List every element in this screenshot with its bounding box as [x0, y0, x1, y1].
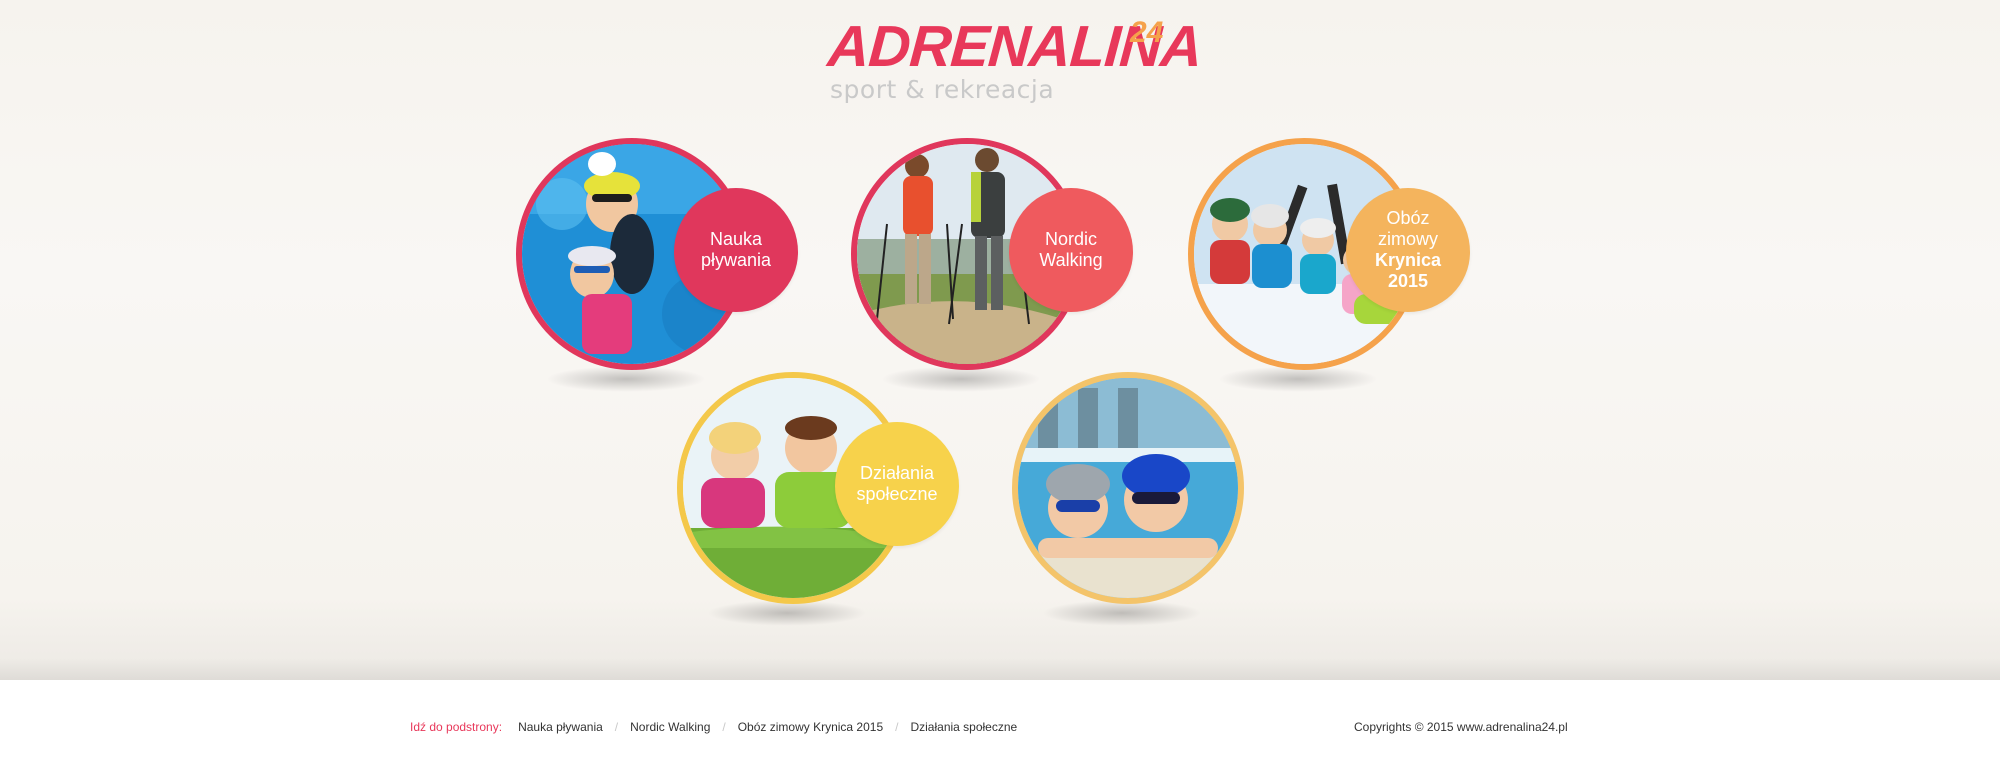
kids-in-pool-photo — [1012, 372, 1244, 604]
brand-tagline: sport & rekreacja — [830, 75, 1055, 104]
hero-stage: ADRENALINA 24 sport & rekreacja Nauka pł… — [0, 0, 2000, 680]
tile-nordic-label: Nordic Walking — [1009, 188, 1133, 312]
footer-link-nordic-walking[interactable]: Nordic Walking — [630, 720, 710, 734]
brand-suffix: 24 — [1130, 16, 1164, 49]
brand-logo[interactable]: ADRENALINA 24 sport & rekreacja — [826, 14, 1204, 106]
tile-label-line: Walking — [1039, 250, 1103, 270]
tile-nordic-walking[interactable]: Nordic Walking — [851, 138, 1133, 398]
footer: Idź do podstrony: Nauka pływania / Nordi… — [0, 680, 2000, 771]
tile-oboz-label: Obóz zimowy Krynica 2015 — [1346, 188, 1470, 312]
tile-label-line: Obóz — [1386, 208, 1430, 228]
tile-nauka-label: Nauka pływania — [674, 188, 798, 312]
footer-separator: / — [722, 720, 726, 734]
tile-nauka-plywania[interactable]: Nauka pływania — [516, 138, 798, 398]
tile-dzialania-spoleczne[interactable]: Działania społeczne — [677, 372, 959, 632]
footer-nav-lead: Idź do podstrony: — [410, 720, 503, 734]
tile-label-line: społeczne — [856, 484, 938, 504]
footer-link-nauka-plywania[interactable]: Nauka pływania — [518, 720, 603, 734]
tile-oboz-zimowy[interactable]: Obóz zimowy Krynica 2015 — [1188, 138, 1470, 398]
tile-label-line: pływania — [700, 250, 772, 270]
footer-separator: / — [614, 720, 619, 734]
tile-dzialania-label: Działania społeczne — [835, 422, 959, 546]
footer-link-dzialania-spoleczne[interactable]: Działania społeczne — [910, 720, 1017, 734]
tile-label-line: zimowy — [1377, 229, 1438, 249]
footer-link-oboz-zimowy[interactable]: Obóz zimowy Krynica 2015 — [738, 720, 883, 734]
tile-label-line: 2015 — [1387, 271, 1429, 291]
tile-pool-kids[interactable] — [1012, 372, 1252, 632]
footer-separator: / — [895, 720, 899, 734]
tile-label-line: Działania — [859, 463, 935, 483]
tile-label-line: Nauka — [709, 229, 762, 249]
footer-copyright: Copyrights © 2015 www.adrenalina24.pl — [1354, 720, 1568, 734]
tile-label-line: Nordic — [1044, 229, 1097, 249]
tile-label-line: Krynica — [1374, 250, 1442, 270]
footer-nav: Idź do podstrony: Nauka pływania / Nordi… — [410, 720, 1017, 734]
